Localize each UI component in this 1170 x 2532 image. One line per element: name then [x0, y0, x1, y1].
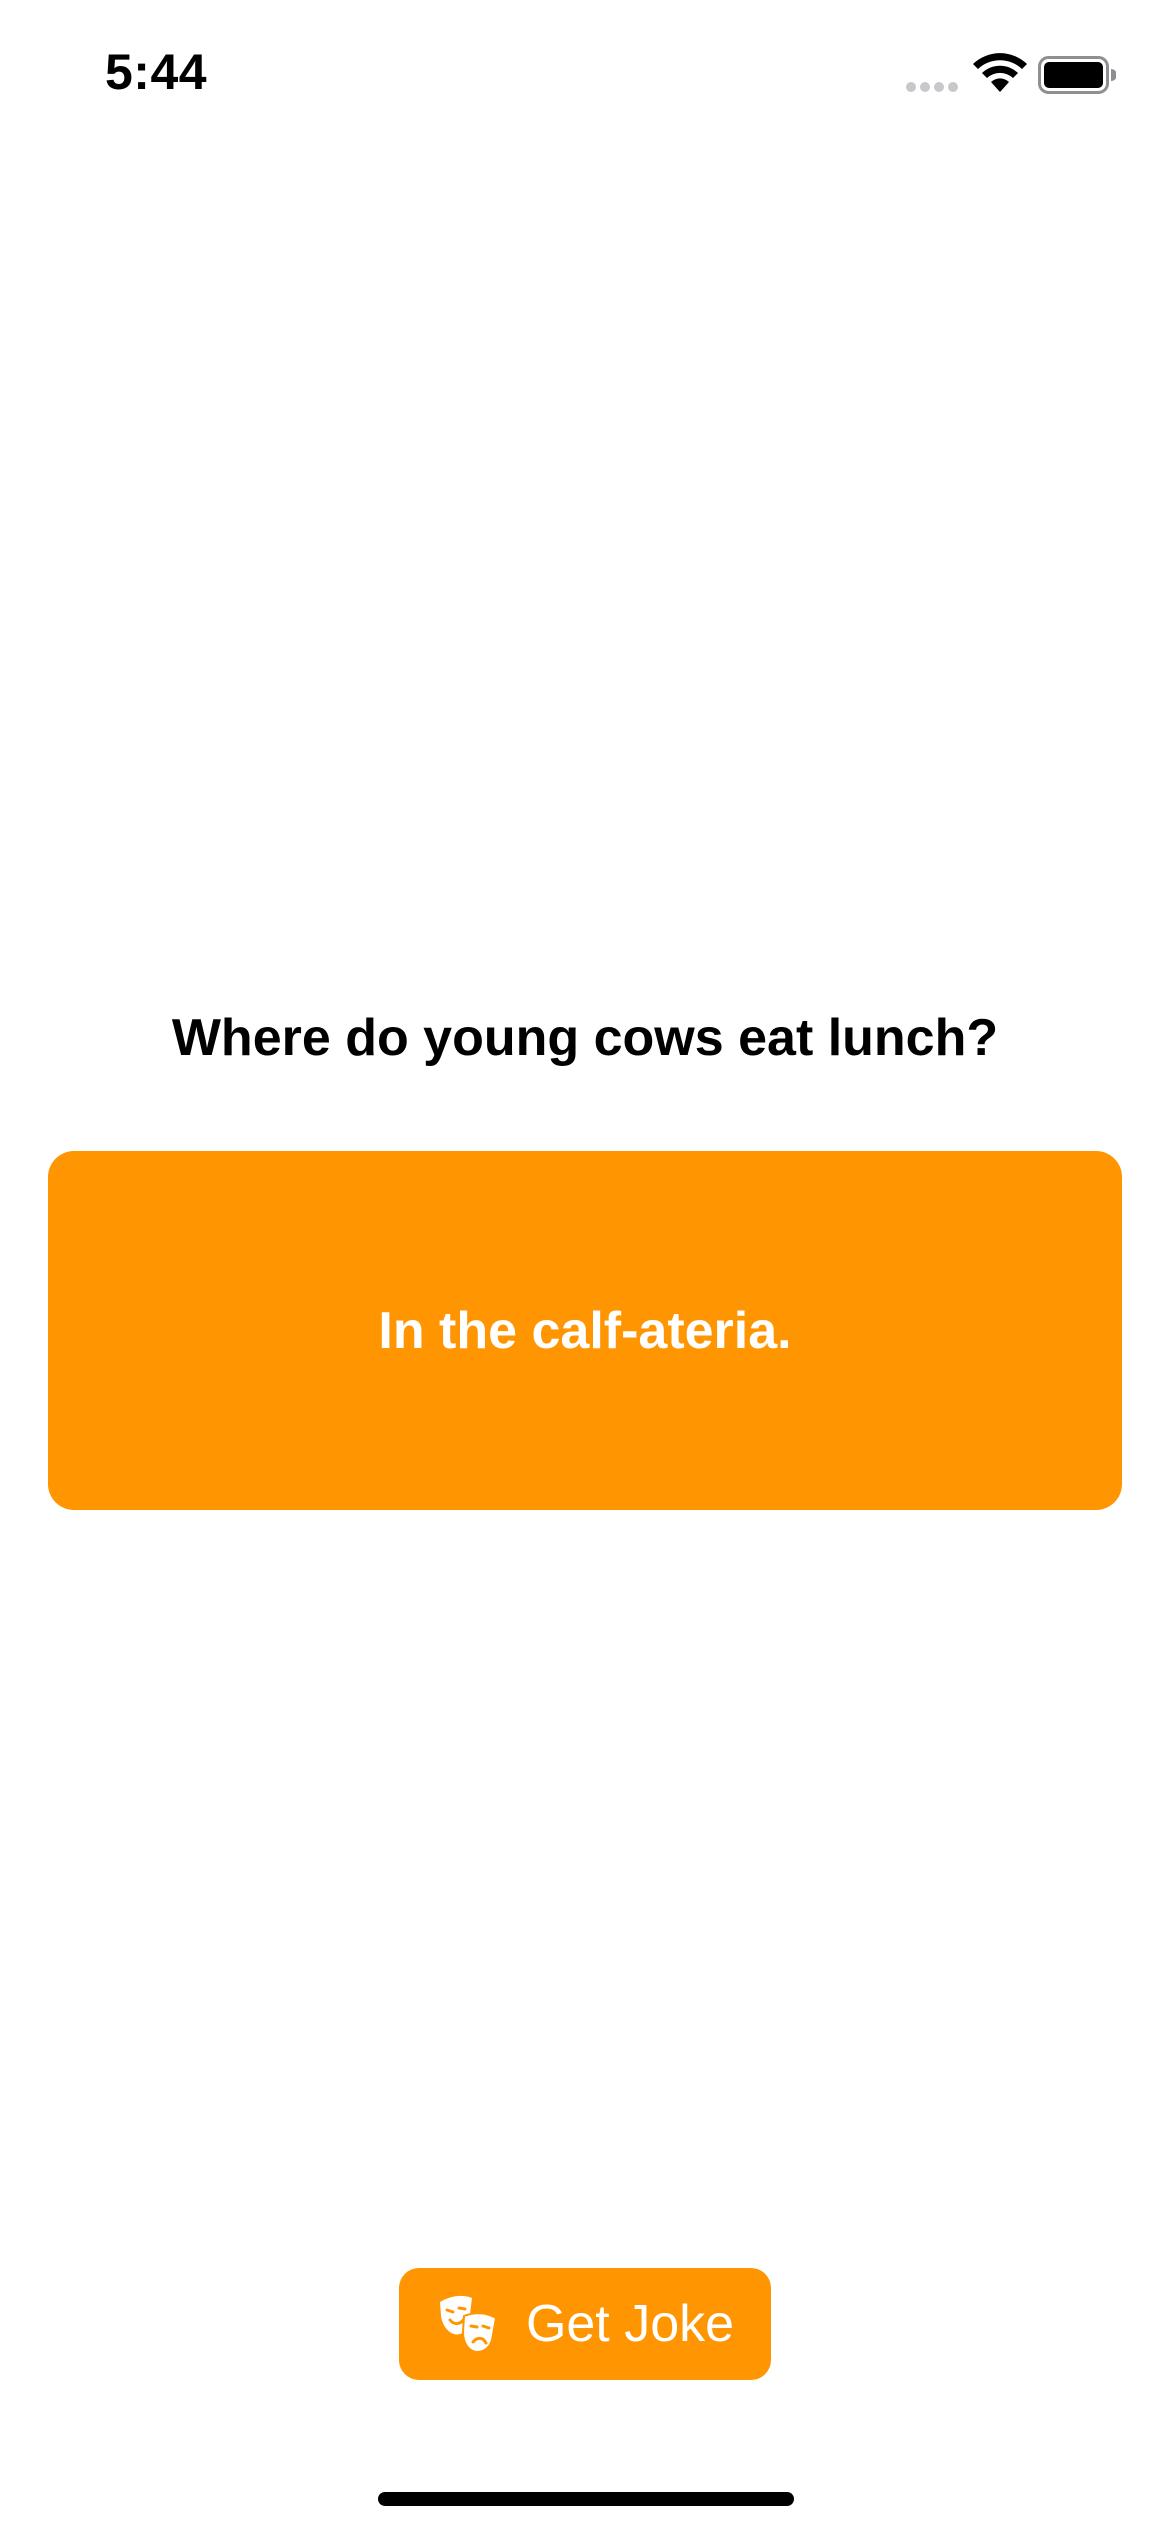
joke-setup: Where do young cows eat lunch?: [171, 1009, 999, 1067]
wifi-icon: [973, 53, 1027, 92]
punchline-card[interactable]: In the calf-ateria.: [48, 1151, 1122, 1510]
get-joke-label: Get Joke: [525, 2295, 735, 2353]
get-joke-button[interactable]: Get Joke: [399, 2268, 771, 2380]
home-indicator[interactable]: [378, 2492, 794, 2506]
cellular-signal-icon: [906, 80, 958, 94]
joke-punchline: In the calf-ateria.: [378, 1301, 792, 1360]
status-bar: 5:44: [0, 0, 1170, 150]
battery-icon: [1038, 56, 1116, 94]
status-time: 5:44: [105, 44, 208, 100]
theater-masks-icon: [439, 2295, 498, 2353]
